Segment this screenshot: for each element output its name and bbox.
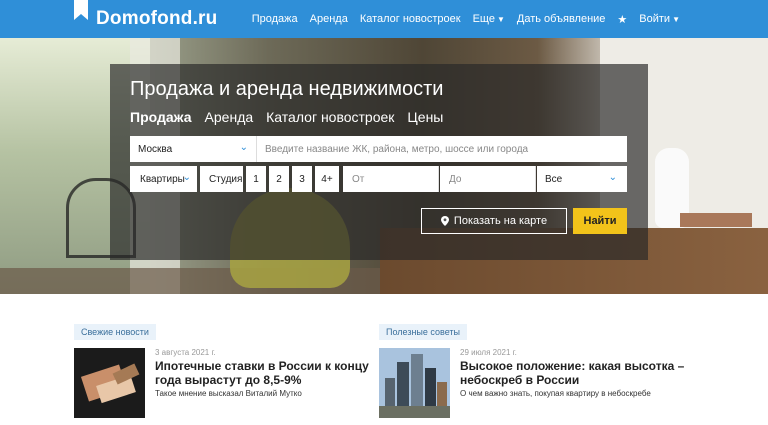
logo-flag-icon — [74, 0, 88, 20]
news-thumbnail — [74, 348, 145, 418]
price-to-input[interactable] — [440, 166, 536, 192]
news-category-tag[interactable]: Полезные советы — [379, 324, 467, 340]
news-date: 3 августа 2021 г. — [155, 348, 216, 357]
search-panel: Продажа и аренда недвижимости Продажа Ар… — [110, 64, 648, 260]
search-row-main: Москва ⌄ — [130, 136, 627, 162]
nav-more-dropdown[interactable]: Еще ▼ — [473, 13, 505, 25]
news-subtitle: Такое мнение высказал Виталий Мутко — [155, 389, 302, 398]
news-card[interactable]: 3 августа 2021 г. Ипотечные ставки в Рос… — [74, 348, 374, 418]
search-row-filters: Квартиры ⌄ Студия 1 2 3 4+ Все ⌄ — [130, 166, 627, 192]
nav-login-label: Войти — [639, 13, 671, 25]
price-from-input[interactable] — [343, 166, 439, 192]
property-type-value: Квартиры — [140, 174, 185, 185]
chevron-down-icon: ⌄ — [239, 142, 248, 153]
show-on-map-button[interactable]: Показать на карте — [421, 208, 567, 234]
logo[interactable]: Domofond.ru — [74, 0, 217, 38]
city-value: Москва — [138, 144, 173, 155]
find-button[interactable]: Найти — [573, 208, 627, 234]
news-category-tag[interactable]: Свежие новости — [74, 324, 156, 340]
location-search-input[interactable] — [258, 136, 627, 162]
tab-rent[interactable]: Аренда — [205, 109, 254, 125]
search-title: Продажа и аренда недвижимости — [130, 78, 444, 100]
nav-login-dropdown[interactable]: Войти ▼ — [639, 13, 680, 25]
chevron-down-icon: ⌄ — [608, 172, 617, 183]
tab-sale[interactable]: Продажа — [130, 109, 192, 125]
star-icon[interactable]: ★ — [617, 13, 627, 26]
tab-prices[interactable]: Цены — [407, 109, 443, 125]
tab-catalog[interactable]: Каталог новостроек — [266, 109, 394, 125]
logo-text: Domofond.ru — [96, 8, 218, 29]
chevron-down-icon: ▼ — [496, 15, 505, 24]
currency-select[interactable]: Все ⌄ — [537, 166, 627, 192]
rooms-1-toggle[interactable]: 1 — [246, 166, 266, 192]
studio-toggle[interactable]: Студия — [200, 166, 243, 192]
nav-catalog-link[interactable]: Каталог новостроек — [360, 13, 461, 25]
top-navbar: Domofond.ru Продажа Аренда Каталог новос… — [0, 0, 768, 38]
news-column-tips: Полезные советы 29 июля 2021 г. Высокое … — [379, 322, 684, 418]
property-type-select[interactable]: Квартиры ⌄ — [130, 166, 197, 192]
rooms-3-toggle[interactable]: 3 — [292, 166, 312, 192]
news-column-fresh: Свежие новости 3 августа 2021 г. Ипотечн… — [74, 322, 369, 418]
nav-rent-link[interactable]: Аренда — [310, 13, 348, 25]
main-nav: Продажа Аренда Каталог новостроек Еще ▼ Д… — [252, 0, 680, 38]
news-card[interactable]: 29 июля 2021 г. Высокое положение: какая… — [379, 348, 684, 418]
chevron-down-icon: ⌄ — [182, 172, 191, 183]
chevron-down-icon: ▼ — [672, 15, 680, 24]
currency-value: Все — [545, 174, 563, 185]
show-on-map-label: Показать на карте — [453, 215, 548, 227]
nav-sale-link[interactable]: Продажа — [252, 13, 298, 25]
map-pin-icon — [440, 216, 449, 226]
hero-books — [680, 213, 752, 227]
hero-banner: Продажа и аренда недвижимости Продажа Ар… — [0, 38, 768, 294]
news-thumbnail — [379, 348, 450, 418]
nav-more-label: Еще — [472, 13, 495, 25]
news-date: 29 июля 2021 г. — [460, 348, 517, 357]
search-tabs: Продажа Аренда Каталог новостроек Цены — [130, 109, 443, 125]
news-title[interactable]: Ипотечные ставки в России к концу года в… — [155, 359, 385, 387]
city-select[interactable]: Москва ⌄ — [130, 136, 257, 162]
news-subtitle: О чем важно знать, покупая квартиру в не… — [460, 389, 651, 398]
rooms-4plus-toggle[interactable]: 4+ — [315, 166, 339, 192]
rooms-2-toggle[interactable]: 2 — [269, 166, 289, 192]
nav-post-ad-link[interactable]: Дать объявление — [517, 13, 606, 25]
news-title[interactable]: Высокое положение: какая высотка – небос… — [460, 359, 690, 387]
